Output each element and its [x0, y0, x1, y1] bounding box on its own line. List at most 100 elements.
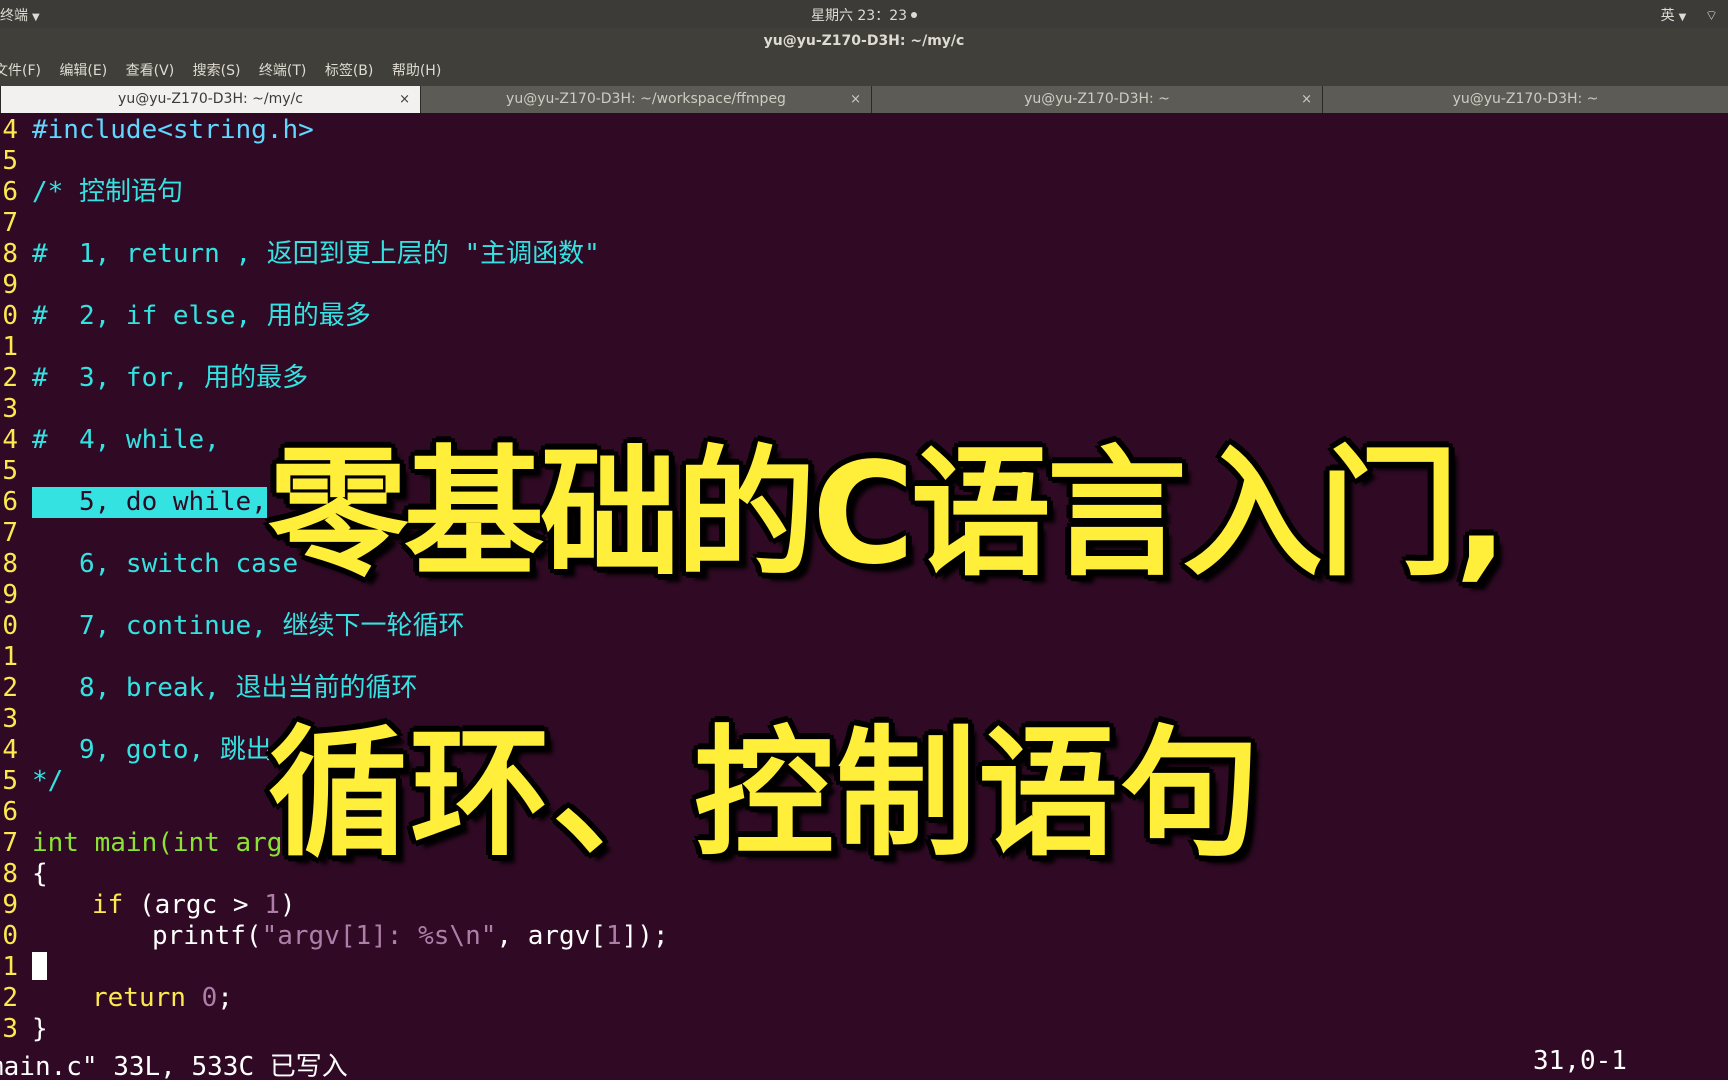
close-icon[interactable]: ×	[399, 86, 410, 113]
code-text: 6, switch case	[32, 549, 299, 579]
menu-file[interactable]: 文件(F)	[0, 56, 41, 86]
keyword: return	[92, 983, 186, 1013]
line-number: 5	[2, 456, 18, 486]
menu-help[interactable]: 帮助(H)	[392, 56, 441, 86]
text-cursor	[32, 952, 47, 983]
line-number: 7	[2, 518, 18, 548]
code-text: # 4, while,	[32, 425, 220, 455]
tab-label: yu@yu-Z170-D3H: ~	[1452, 91, 1599, 107]
notification-dot-icon	[911, 12, 918, 18]
code-line: 8 # 1, return , 返回到更上层的 "主调函数"	[0, 239, 1728, 270]
code-line: 6 /* 控制语句	[0, 177, 1728, 208]
line-number: 2	[2, 363, 18, 393]
code-text: 5, do while,	[32, 487, 267, 518]
menu-bar: 文件(F) 编辑(E) 查看(V) 搜索(S) 终端(T) 标签(B) 帮助(H…	[0, 56, 1728, 86]
code-text: return 0;	[92, 983, 233, 1014]
tab-home-2[interactable]: yu@yu-Z170-D3H: ~	[1322, 86, 1728, 113]
line-number: 8	[2, 859, 18, 889]
menu-tabs[interactable]: 标签(B)	[325, 56, 374, 86]
line-number: 4	[2, 425, 18, 455]
line-number: 8	[2, 549, 18, 579]
code-line: 1	[0, 642, 1728, 673]
menu-edit[interactable]: 编辑(E)	[59, 56, 107, 86]
code-text: 8, break, 退出当前的循环	[32, 673, 418, 703]
close-icon[interactable]: ×	[1301, 86, 1312, 113]
code-text: {	[32, 859, 48, 889]
tab-label: yu@yu-Z170-D3H: ~/my/c	[118, 91, 303, 107]
tab-bar: yu@yu-Z170-D3H: ~/my/c × yu@yu-Z170-D3H:…	[0, 86, 1728, 113]
line-number: 2	[2, 983, 18, 1013]
menu-view[interactable]: 查看(V)	[126, 56, 175, 86]
code-line: 2 return 0;	[0, 983, 1728, 1014]
tab-home-1[interactable]: yu@yu-Z170-D3H: ~ ×	[871, 86, 1322, 113]
code-text: printf("argv[1]: %s\n", argv[1]);	[152, 921, 669, 952]
keyword: if	[92, 890, 124, 920]
line-number: 5	[2, 766, 18, 796]
close-icon[interactable]: ×	[850, 86, 861, 113]
line-number: 6	[2, 177, 18, 207]
window-title: yu@yu-Z170-D3H: ~/my/c	[0, 28, 1728, 56]
code-line: 0 printf("argv[1]: %s\n", argv[1]);	[0, 921, 1728, 952]
number-literal: 1	[264, 890, 280, 920]
code-fragment: (argc >	[123, 890, 265, 920]
code-text: # 3, for, 用的最多	[32, 363, 309, 393]
number-literal: 0	[201, 983, 218, 1013]
code-line: 3	[0, 394, 1728, 425]
line-number: 2	[2, 673, 18, 703]
line-number: 7	[2, 208, 18, 238]
code-line: 0 # 2, if else, 用的最多	[0, 301, 1728, 332]
code-line: 1	[0, 332, 1728, 363]
line-number: 0	[2, 921, 18, 951]
code-fragment: printf(	[152, 921, 262, 951]
line-number: 1	[2, 332, 18, 362]
line-number: 3	[2, 704, 18, 734]
code-text: /* 控制语句	[32, 177, 183, 207]
line-number: 9	[2, 270, 18, 300]
code-text: int main(int argc	[32, 828, 299, 858]
code-line: 3}	[0, 1014, 1728, 1045]
code-line: 4 #include<string.h>	[0, 115, 1728, 146]
code-line: 7	[0, 208, 1728, 239]
line-number: 1	[2, 952, 18, 982]
status-message: main.c" 33L, 533C 已写入	[0, 1052, 348, 1080]
code-text: # 1, return , 返回到更上层的 "主调函数"	[32, 239, 600, 269]
vim-status-line: main.c" 33L, 533C 已写入 31,0-1	[0, 1046, 1728, 1080]
menu-terminal[interactable]: 终端(T)	[259, 56, 306, 86]
chevron-down-icon: ▼	[1678, 12, 1687, 23]
line-number: 8	[2, 239, 18, 269]
wifi-icon[interactable]: ⌔	[1705, 8, 1718, 24]
overlay-title-line1: 零基础的C语言入门,	[268, 433, 1508, 596]
code-text: */	[32, 766, 64, 796]
system-top-bar: 终端 ▼ 星期六 23：23 英 ▼ ⌔	[0, 0, 1728, 28]
code-fragment: ;	[217, 983, 233, 1013]
system-tray: 英 ▼ ⌔	[1647, 5, 1718, 25]
line-number: 9	[2, 890, 18, 920]
line-number: 6	[2, 797, 18, 827]
line-number: 5	[2, 146, 18, 176]
code-fragment: ]);	[621, 921, 669, 951]
line-number: 9	[2, 580, 18, 610]
code-text: }	[32, 1014, 48, 1044]
code-text: 7, continue, 继续下一轮循环	[32, 611, 465, 641]
code-text: if (argc > 1)	[92, 890, 296, 921]
code-text: # 2, if else, 用的最多	[32, 301, 371, 331]
clock-label: 星期六 23：23	[810, 8, 908, 24]
tab-my-c[interactable]: yu@yu-Z170-D3H: ~/my/c ×	[0, 86, 420, 113]
code-line: 9	[0, 270, 1728, 301]
menu-search[interactable]: 搜索(S)	[193, 56, 241, 86]
line-number: 4	[2, 735, 18, 765]
tab-ffmpeg[interactable]: yu@yu-Z170-D3H: ~/workspace/ffmpeg ×	[420, 86, 871, 113]
number-literal: 1	[605, 921, 622, 951]
code-text: 9, goto, 跳出	[32, 735, 272, 765]
string-literal: "argv[1]: %s\n"	[261, 921, 497, 951]
line-number: 4	[2, 115, 18, 145]
code-line: 9 if (argc > 1)	[0, 890, 1728, 921]
clock[interactable]: 星期六 23：23	[0, 5, 1728, 25]
input-method-indicator[interactable]: 英	[1661, 8, 1675, 24]
code-line: 2 8, break, 退出当前的循环	[0, 673, 1728, 704]
line-number: 1	[2, 642, 18, 672]
code-fragment: , argv[	[496, 921, 606, 951]
code-line: 5	[0, 146, 1728, 177]
code-line: 0 7, continue, 继续下一轮循环	[0, 611, 1728, 642]
code-fragment: )	[279, 890, 296, 920]
